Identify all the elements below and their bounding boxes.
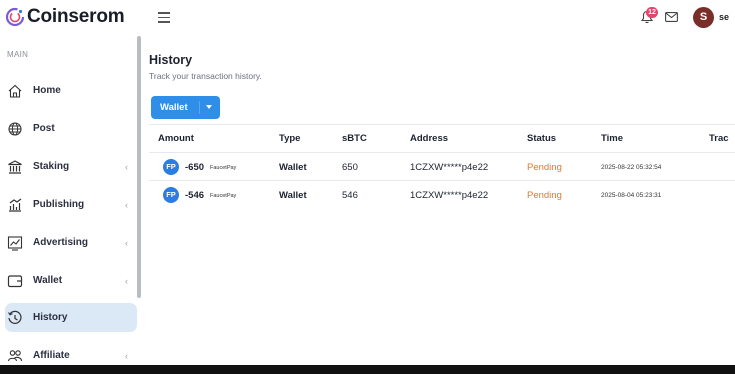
top-bar: Coinserom 12 S se	[0, 0, 735, 36]
avatar[interactable]: S	[693, 7, 714, 28]
sidebar-item-label: Staking	[33, 161, 70, 172]
users-icon	[7, 349, 23, 361]
divider	[149, 180, 735, 181]
mail-icon[interactable]	[665, 12, 678, 22]
sidebar: MAIN Home Post Staking ‹ Publishing ‹ Ad…	[0, 36, 142, 366]
sidebar-item-post[interactable]: Post	[5, 114, 137, 143]
column-header-amount: Amount	[158, 133, 194, 144]
sidebar-item-label: Affiliate	[33, 350, 70, 361]
faucetpay-badge: FP	[163, 159, 179, 175]
sidebar-item-advertising[interactable]: Advertising ‹	[5, 228, 137, 257]
sidebar-item-publishing[interactable]: Publishing ‹	[5, 190, 137, 219]
bar-chart-icon	[9, 198, 22, 212]
divider	[149, 152, 735, 153]
sidebar-item-label: Advertising	[33, 237, 89, 248]
amount-value: -650	[185, 162, 205, 173]
caret-down-icon	[206, 105, 212, 109]
page-title: History	[149, 53, 193, 67]
sbtc-value: 650	[342, 162, 358, 173]
user-name[interactable]: se	[719, 12, 729, 22]
amount-value: -546	[185, 190, 205, 201]
time-value: 2025-08-04 05:23:31	[601, 192, 662, 199]
brand-logo[interactable]: Coinserom	[5, 6, 125, 28]
sidebar-item-history[interactable]: History	[5, 303, 137, 332]
bank-icon	[8, 159, 22, 174]
chevron-left-icon: ‹	[125, 350, 128, 361]
page-subtitle: Track your transaction history.	[149, 71, 262, 81]
faucetpay-badge: FP	[163, 187, 179, 203]
column-header-status: Status	[527, 133, 557, 144]
column-header-sbtc: sBTC	[342, 133, 367, 144]
amount-source: FaucetPay	[210, 165, 237, 171]
globe-icon	[8, 121, 22, 136]
chevron-left-icon: ‹	[125, 161, 128, 172]
line-chart-icon	[7, 235, 23, 251]
type-value: Wallet	[279, 190, 307, 201]
address-value: 1CZXW*****p4e22	[410, 190, 489, 201]
notification-badge: 12	[646, 7, 658, 18]
status-badge: Pending	[527, 190, 562, 201]
bottom-bar	[0, 365, 735, 374]
sidebar-section-label: MAIN	[7, 50, 29, 59]
column-header-type: Type	[279, 133, 301, 144]
brand-name: Coinserom	[27, 6, 125, 27]
menu-toggle-icon[interactable]	[158, 12, 170, 23]
status-badge: Pending	[527, 162, 562, 173]
address-value: 1CZXW*****p4e22	[410, 162, 489, 173]
divider	[199, 101, 200, 114]
sidebar-item-label: Home	[33, 85, 61, 96]
history-icon	[8, 310, 22, 324]
column-header-time: Time	[601, 133, 624, 144]
home-icon	[8, 84, 22, 98]
sidebar-item-label: Post	[33, 123, 55, 134]
amount-source: FaucetPay	[210, 193, 237, 199]
wallet-icon	[7, 274, 23, 287]
sidebar-scrollbar[interactable]	[137, 36, 141, 298]
time-value: 2025-08-22 05:32:54	[601, 164, 662, 171]
coinserom-logo-icon	[5, 7, 25, 27]
column-header-trac: Trac	[709, 133, 729, 144]
divider	[149, 124, 735, 125]
sidebar-item-affiliate[interactable]: Affiliate ‹	[5, 341, 137, 366]
sidebar-item-label: Wallet	[33, 275, 63, 286]
chevron-left-icon: ‹	[125, 237, 128, 248]
sidebar-item-wallet[interactable]: Wallet ‹	[5, 266, 137, 295]
chevron-left-icon: ‹	[125, 275, 128, 286]
wallet-filter-dropdown[interactable]: Wallet	[151, 96, 220, 119]
sidebar-item-home[interactable]: Home	[5, 76, 137, 105]
column-header-address: Address	[410, 133, 449, 144]
main-content: History Track your transaction history. …	[142, 36, 735, 366]
sbtc-value: 546	[342, 190, 358, 201]
sidebar-item-label: History	[33, 312, 68, 323]
sidebar-item-staking[interactable]: Staking ‹	[5, 152, 137, 181]
sidebar-item-label: Publishing	[33, 199, 85, 210]
type-value: Wallet	[279, 162, 307, 173]
chevron-left-icon: ‹	[125, 199, 128, 210]
wallet-filter-label: Wallet	[160, 102, 188, 113]
